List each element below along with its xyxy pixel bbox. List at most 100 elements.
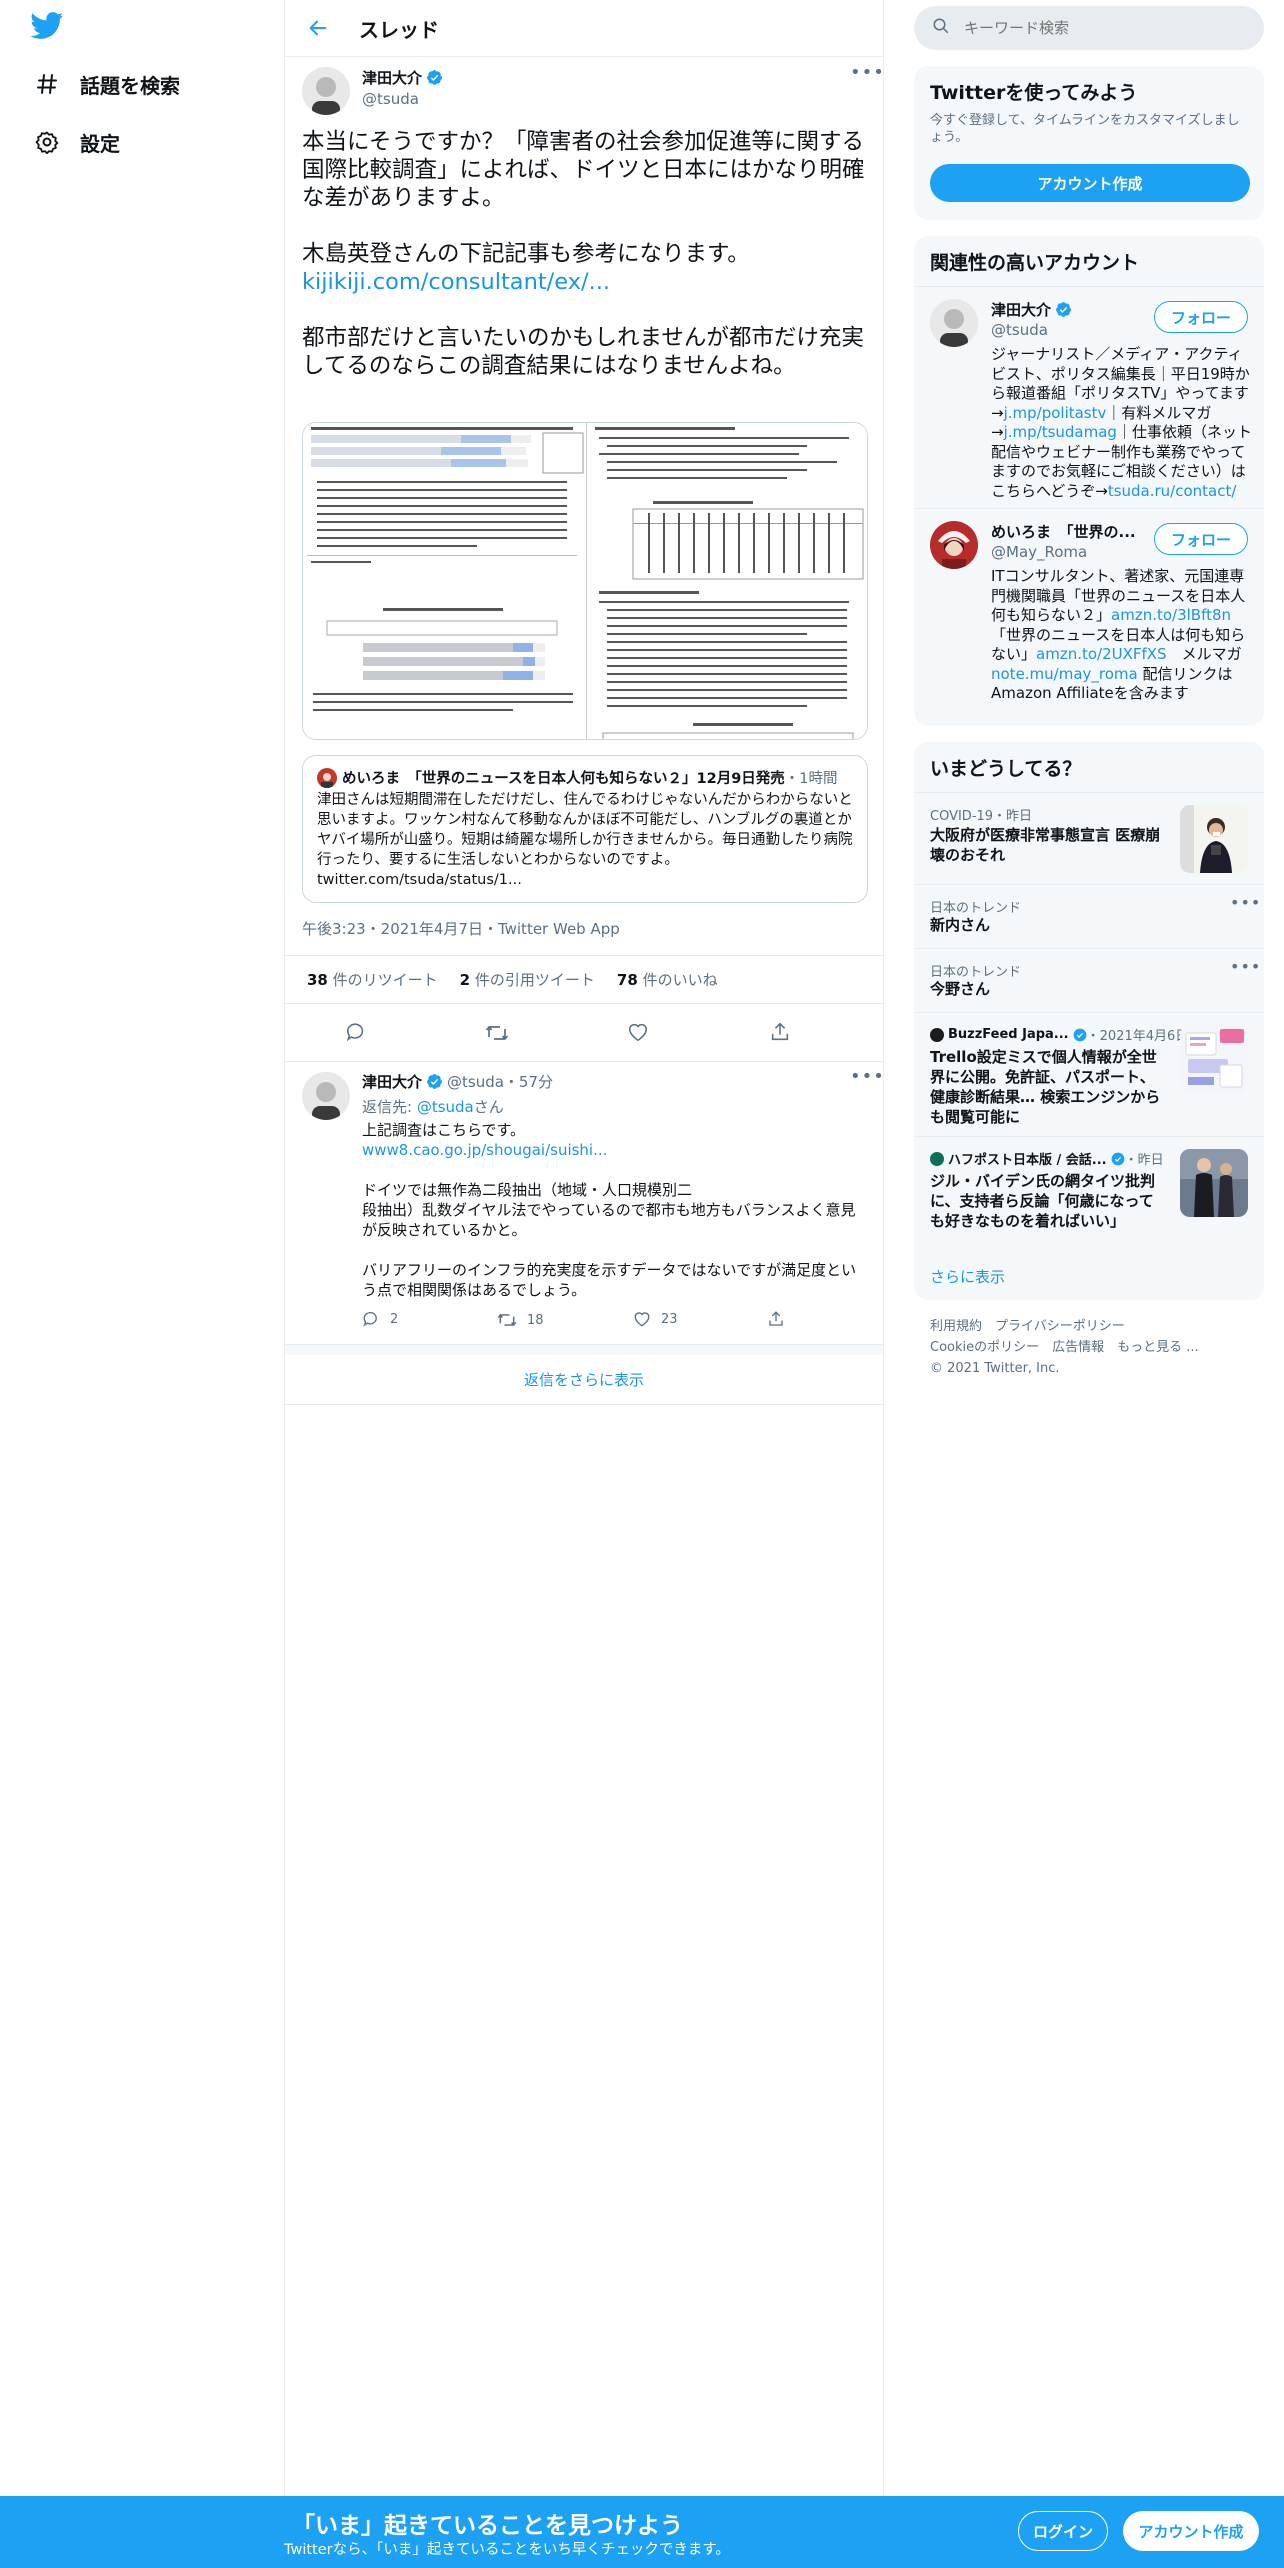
nav-explore[interactable]: 話題を検索 bbox=[34, 62, 180, 106]
quotes-label: 件の引用ツイート bbox=[474, 971, 595, 989]
footer-line[interactable]: Cookieのポリシー 広告情報 もっと見る ... bbox=[930, 1340, 1199, 1355]
more-options-icon[interactable]: ••• bbox=[850, 62, 885, 83]
related-account-row[interactable]: めいろま 「世界の... @May_Roma フォロー ITコンサルタント、著述… bbox=[914, 508, 1264, 726]
avatar[interactable] bbox=[930, 521, 978, 569]
left-nav: 話題を検索 設定 bbox=[0, 0, 284, 2568]
trend-date: ・昨日 bbox=[1124, 1153, 1164, 1168]
reply-link[interactable]: www8.cao.go.jp/shougai/suishi... bbox=[362, 1141, 607, 1159]
trend-item[interactable]: 日本のトレンド 新内さん ••• bbox=[914, 884, 1264, 948]
related-accounts-card: 関連性の高いアカウント 津田大介 @tsuda フォロー ジャーナリスト／メディ… bbox=[914, 236, 1264, 726]
search-box[interactable] bbox=[914, 6, 1264, 50]
back-arrow-icon[interactable] bbox=[305, 15, 331, 41]
search-input[interactable] bbox=[964, 19, 1244, 37]
retweets-count: 38 bbox=[307, 971, 328, 989]
tweet-actions bbox=[285, 1004, 883, 1062]
nav-explore-label: 話題を検索 bbox=[80, 73, 180, 98]
follow-button[interactable]: フォロー bbox=[1154, 523, 1248, 555]
banner-title: 「いま」起きていることを見つけよう bbox=[292, 2513, 683, 2539]
related-account-bio: ITコンサルタント、著述家、元国連専門機関職員「世界のニュースを日本人何も知らな… bbox=[991, 567, 1253, 704]
share-icon[interactable] bbox=[769, 1021, 793, 1045]
tweet-text: 本当にそうですか？「障害者の社会参加促進等に関する国際比較調査」によれば、ドイツ… bbox=[302, 128, 872, 380]
trend-item[interactable]: ハフポスト日本版 / 会話... ・昨日 ジル・バイデン氏の網タイツ批判に、支持… bbox=[914, 1136, 1264, 1248]
author-handle: @tsuda bbox=[362, 90, 419, 108]
reply-to-prefix: 返信先: bbox=[362, 1098, 417, 1116]
reply-like-button[interactable]: 23 bbox=[633, 1310, 678, 1328]
section-divider bbox=[285, 1345, 883, 1355]
likes-stat[interactable]: 78 件のいいね bbox=[617, 969, 718, 990]
bio-text: メルマガ bbox=[1181, 645, 1242, 663]
reply-retweet-button[interactable]: 18 bbox=[497, 1310, 544, 1330]
avatar[interactable] bbox=[930, 299, 978, 347]
bio-link[interactable]: j.mp/politastv bbox=[1004, 404, 1107, 422]
quoted-tweet-body: 津田さんは短期間滞在しただけだし、住んでるわけじゃないんだからわからないと思いま… bbox=[317, 792, 853, 868]
quoted-tweet[interactable]: めいろま 「世界のニュースを日本人何も知らない２」12月9日発売 ・1時間 津田… bbox=[302, 755, 868, 903]
reply-header: 津田大介 @tsuda・57分 bbox=[362, 1071, 553, 1092]
related-account-name[interactable]: 津田大介 bbox=[991, 299, 1072, 320]
avatar[interactable] bbox=[302, 1072, 350, 1120]
quotes-count: 2 bbox=[459, 971, 471, 989]
reply-text-part-2: ドイツでは無作為二段抽出（地域・人口規模別二 段抽出）乱数ダイヤル法でやっている… bbox=[362, 1181, 857, 1299]
footer-links: 利用規約 プライバシーポリシー Cookieのポリシー 広告情報 もっと見る .… bbox=[930, 1316, 1260, 1379]
signup-card-title: Twitterを使ってみよう bbox=[930, 82, 1138, 104]
trend-more-icon[interactable]: ••• bbox=[1230, 893, 1261, 912]
related-account-name[interactable]: めいろま 「世界の... bbox=[991, 521, 1136, 542]
trend-source: BuzzFeed Japa... bbox=[948, 1027, 1069, 1042]
reply-author-name[interactable]: 津田大介 bbox=[362, 1071, 422, 1092]
banner-subtitle: Twitterなら、「いま」起きていることをいち早くチェックできます。 bbox=[284, 2542, 730, 2558]
reply-tweet[interactable]: 津田大介 @tsuda・57分 ••• 返信先: @tsudaさん 上記調査はこ… bbox=[285, 1062, 885, 1345]
bio-link[interactable]: note.mu/may_roma bbox=[991, 665, 1138, 683]
verified-badge-icon bbox=[426, 1073, 443, 1090]
tweet-timestamp[interactable]: 午後3:23・2021年4月7日・Twitter Web App bbox=[302, 918, 620, 939]
quotes-stat[interactable]: 2 件の引用ツイート bbox=[460, 969, 595, 990]
show-more-replies-link[interactable]: 返信をさらに表示 bbox=[285, 1355, 883, 1405]
signup-button[interactable]: アカウント作成 bbox=[1123, 2511, 1259, 2551]
retweet-icon[interactable] bbox=[485, 1021, 509, 1045]
quoted-tweet-link[interactable]: twitter.com/tsuda/status/1... bbox=[317, 872, 522, 888]
trend-item[interactable]: BuzzFeed Japa... ・2021年4月6日 Trello設定ミスで個… bbox=[914, 1012, 1264, 1136]
follow-button[interactable]: フォロー bbox=[1154, 301, 1248, 333]
show-more-trends-link[interactable]: さらに表示 bbox=[930, 1266, 1005, 1287]
quoted-tweet-time: ・1時間 bbox=[784, 771, 838, 787]
trend-meta: COVID-19・昨日 bbox=[930, 809, 1033, 824]
trend-source: ハフポスト日本版 / 会話... bbox=[948, 1153, 1107, 1168]
avatar[interactable] bbox=[302, 67, 350, 115]
bio-link[interactable]: j.mp/tsudamag bbox=[1004, 423, 1117, 441]
bio-link[interactable]: amzn.to/2UXFfXS bbox=[1036, 645, 1167, 663]
reply-likes-count: 23 bbox=[661, 1311, 678, 1327]
trend-item[interactable]: 日本のトレンド 今野さん ••• bbox=[914, 948, 1264, 1012]
retweets-stat[interactable]: 38 件のリツイート bbox=[307, 969, 438, 990]
trend-meta: 日本のトレンド bbox=[930, 901, 1022, 916]
login-button[interactable]: ログイン bbox=[1018, 2511, 1108, 2551]
reply-icon[interactable] bbox=[345, 1021, 369, 1045]
reply-share-button[interactable] bbox=[767, 1310, 795, 1328]
related-account-bio: ジャーナリスト／メディア・アクティビスト、ポリタス編集長｜平日19時から報道番組… bbox=[991, 345, 1253, 501]
footer-line[interactable]: 利用規約 プライバシーポリシー bbox=[930, 1319, 1125, 1334]
tweet-link[interactable]: kijikiji.com/consultant/ex/... bbox=[302, 269, 610, 295]
tweet-image[interactable] bbox=[302, 422, 868, 740]
signup-card-subtitle: 今すぐ登録して、タイムラインをカスタマイズしましょう。 bbox=[930, 113, 1240, 145]
trend-meta: ハフポスト日本版 / 会話... ・昨日 bbox=[930, 1149, 1164, 1168]
create-account-button[interactable]: アカウント作成 bbox=[930, 164, 1250, 202]
twitter-logo-icon[interactable] bbox=[30, 12, 66, 42]
nav-settings[interactable]: 設定 bbox=[34, 120, 120, 164]
quoted-author-name: めいろま 「世界のニュースを日本人何も知らない２」12月9日発売 bbox=[342, 771, 785, 787]
trends-title: いまどうしてる？ bbox=[930, 758, 1082, 780]
reply-reply-button[interactable]: 2 bbox=[362, 1310, 398, 1328]
source-logo-icon bbox=[930, 1027, 944, 1042]
trend-thumbnail bbox=[1180, 1025, 1248, 1093]
bio-link[interactable]: tsuda.ru/contact/ bbox=[1108, 482, 1237, 500]
like-icon[interactable] bbox=[627, 1021, 651, 1045]
author-name[interactable]: 津田大介 bbox=[362, 67, 443, 88]
verified-badge-icon bbox=[1055, 301, 1072, 318]
more-options-icon[interactable]: ••• bbox=[850, 1066, 885, 1087]
tweet-text-part-1: 本当にそうですか？「障害者の社会参加促進等に関する国際比較調査」によれば、ドイツ… bbox=[302, 129, 865, 267]
bio-link[interactable]: amzn.to/3lBft8n bbox=[1111, 606, 1231, 624]
reply-to-mention[interactable]: @tsuda bbox=[417, 1098, 474, 1116]
trend-item[interactable]: COVID-19・昨日 大阪府が医療非常事態宣言 医療崩壊のおそれ bbox=[914, 792, 1264, 884]
copyright: © 2021 Twitter, Inc. bbox=[930, 1361, 1060, 1376]
quoted-tweet-text: 津田さんは短期間滞在しただけだし、住んでるわけじゃないんだからわからないと思いま… bbox=[317, 790, 857, 890]
trend-more-icon[interactable]: ••• bbox=[1230, 957, 1261, 976]
reply-retweets-count: 18 bbox=[527, 1312, 544, 1328]
related-account-row[interactable]: 津田大介 @tsuda フォロー ジャーナリスト／メディア・アクティビスト、ポリ… bbox=[914, 286, 1264, 508]
reply-text-part-1: 上記調査はこちらです。 bbox=[362, 1121, 526, 1139]
